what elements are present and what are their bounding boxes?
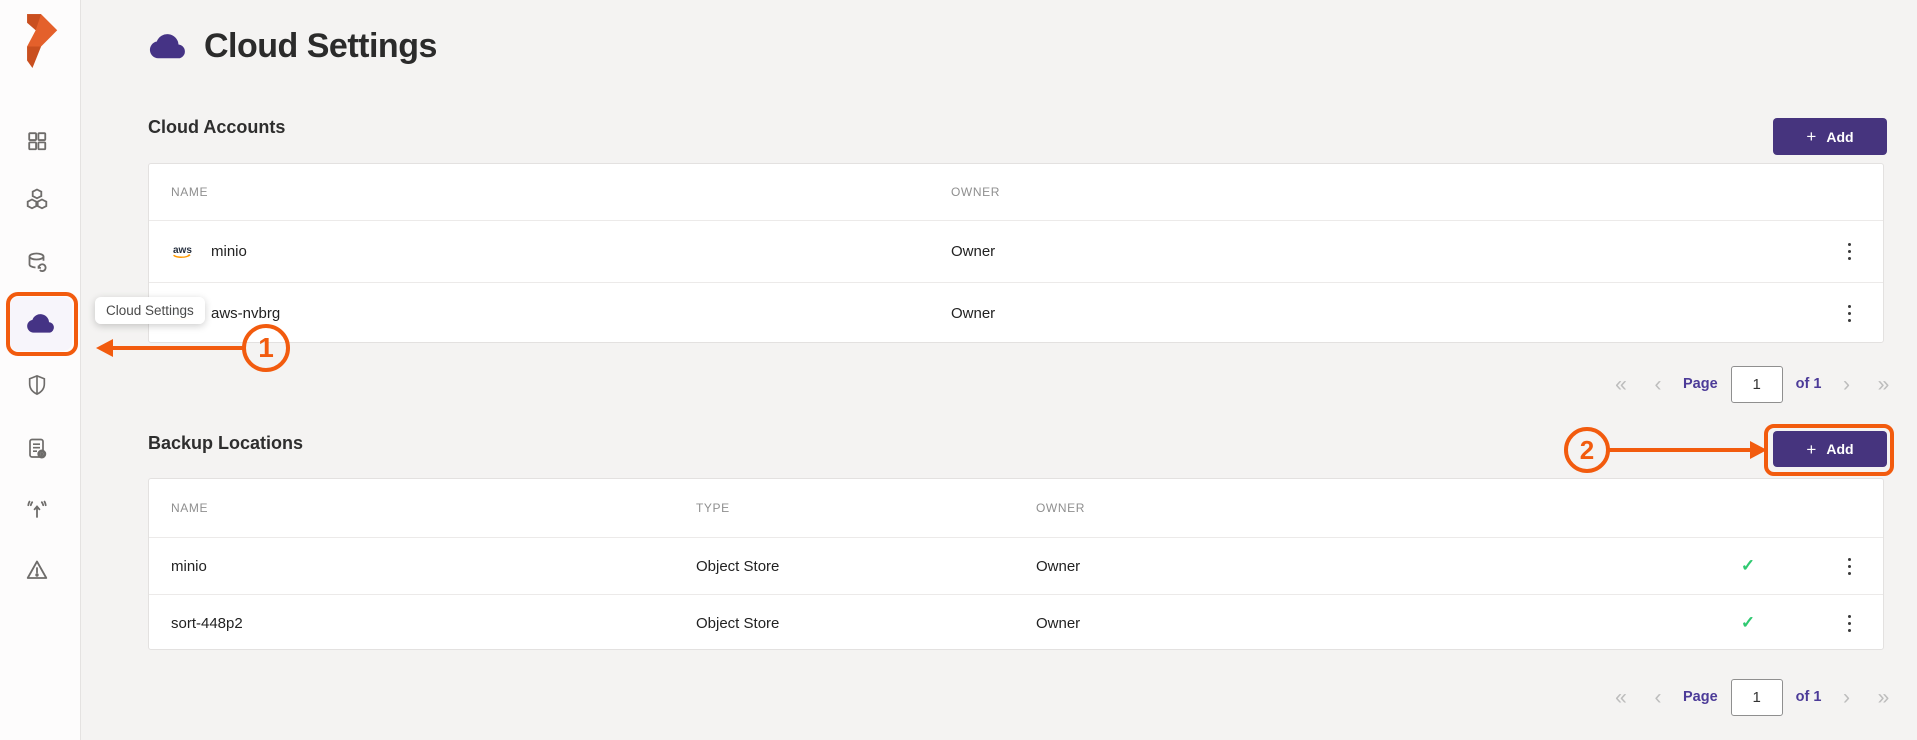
add-button-label: Add <box>1826 129 1853 145</box>
plus-icon: + <box>1806 441 1816 458</box>
page-of-label: of 1 <box>1796 376 1822 392</box>
cloud-accounts-add-button[interactable]: + Add <box>1773 118 1887 155</box>
cloud-accounts-heading: Cloud Accounts <box>148 117 285 138</box>
row-menu-kebab-icon[interactable] <box>1837 283 1861 344</box>
table-row[interactable]: aws aws-nvbrg Owner <box>149 282 1883 344</box>
sidebar <box>0 0 81 740</box>
status-check-icon: ✓ <box>1737 538 1759 594</box>
account-owner: Owner <box>951 221 995 282</box>
cloud-accounts-pagination: « ‹ Page of 1 › » <box>1596 365 1895 403</box>
page-of-label: of 1 <box>1796 689 1822 705</box>
row-menu-kebab-icon[interactable] <box>1837 595 1861 651</box>
location-name: sort-448p2 <box>171 595 243 651</box>
grid-icon <box>26 130 48 152</box>
account-name: minio <box>211 243 247 260</box>
last-page-icon[interactable]: » <box>1871 374 1895 395</box>
cloud-accounts-table: NAME OWNER aws minio Owner aws aws-nvbrg <box>148 163 1884 343</box>
annotation-arrowhead-step2 <box>1750 441 1767 459</box>
column-header-owner: OWNER <box>1036 479 1085 537</box>
cluster-cubes-icon <box>25 187 49 211</box>
location-name: minio <box>171 538 207 594</box>
backup-locations-pagination: « ‹ Page of 1 › » <box>1596 678 1895 716</box>
page-label: Page <box>1683 376 1718 392</box>
sidebar-item-security[interactable] <box>13 363 61 407</box>
backup-locations-table: NAME TYPE OWNER minio Object Store Owner… <box>148 478 1884 650</box>
annotation-arrow-line-step2 <box>1609 448 1751 452</box>
page-label: Page <box>1683 689 1718 705</box>
last-page-icon[interactable]: » <box>1871 687 1895 708</box>
warning-triangle-icon <box>25 558 49 582</box>
annotation-arrowhead-step1 <box>96 339 113 357</box>
location-owner: Owner <box>1036 538 1080 594</box>
first-page-icon[interactable]: « <box>1609 687 1633 708</box>
sidebar-item-node-signal[interactable] <box>13 487 61 531</box>
location-type: Object Store <box>696 595 779 651</box>
location-type: Object Store <box>696 538 779 594</box>
cloud-accounts-table-header: NAME OWNER <box>149 164 1883 220</box>
page-title: Cloud Settings <box>147 27 437 66</box>
backup-locations-table-header: NAME TYPE OWNER <box>149 479 1883 537</box>
column-header-name: NAME <box>171 164 208 220</box>
backup-locations-heading: Backup Locations <box>148 433 303 454</box>
prev-page-icon[interactable]: ‹ <box>1646 687 1670 708</box>
cloud-title-icon <box>147 33 189 61</box>
cloud-settings-page: Cloud Settings Cloud Accounts + Add NAME… <box>0 0 1917 740</box>
prev-page-icon[interactable]: ‹ <box>1646 374 1670 395</box>
svg-text:aws: aws <box>173 245 192 256</box>
antenna-broadcast-icon <box>25 497 49 521</box>
cloud-icon <box>26 313 56 335</box>
account-owner: Owner <box>951 283 995 344</box>
location-owner: Owner <box>1036 595 1080 651</box>
next-page-icon[interactable]: › <box>1834 374 1858 395</box>
page-number-input[interactable] <box>1731 366 1783 403</box>
column-header-type: TYPE <box>696 479 730 537</box>
sidebar-item-clusters[interactable] <box>13 177 61 221</box>
server-gear-icon <box>25 437 49 461</box>
sidebar-item-dashboard[interactable] <box>13 119 61 163</box>
annotation-arrow-line-step1 <box>112 346 244 350</box>
account-name-cell: aws minio <box>171 221 247 282</box>
account-name: aws-nvbrg <box>211 305 280 322</box>
column-header-name: NAME <box>171 479 208 537</box>
database-restore-icon <box>25 251 49 275</box>
annotation-step-number-2: 2 <box>1564 427 1610 473</box>
sidebar-item-audit-logs[interactable] <box>13 427 61 471</box>
sidebar-item-data-services[interactable] <box>13 241 61 285</box>
first-page-icon[interactable]: « <box>1609 374 1633 395</box>
shield-icon <box>26 373 48 397</box>
column-header-owner: OWNER <box>951 164 1000 220</box>
next-page-icon[interactable]: › <box>1834 687 1858 708</box>
row-menu-kebab-icon[interactable] <box>1837 221 1861 282</box>
row-menu-kebab-icon[interactable] <box>1837 538 1861 594</box>
page-number-input[interactable] <box>1731 679 1783 716</box>
backup-locations-add-button[interactable]: + Add <box>1773 431 1887 467</box>
status-check-icon: ✓ <box>1737 595 1759 651</box>
aws-icon: aws <box>171 243 195 260</box>
plus-icon: + <box>1806 128 1816 145</box>
add-button-label: Add <box>1826 441 1853 457</box>
cloud-settings-tooltip: Cloud Settings <box>95 297 205 324</box>
portworx-logo-icon[interactable] <box>18 12 62 68</box>
sidebar-item-cloud-settings[interactable] <box>10 297 72 351</box>
table-row[interactable]: minio Object Store Owner ✓ <box>149 537 1883 594</box>
table-row[interactable]: aws minio Owner <box>149 220 1883 282</box>
table-row[interactable]: sort-448p2 Object Store Owner ✓ <box>149 594 1883 651</box>
page-title-text: Cloud Settings <box>204 27 437 66</box>
sidebar-item-alerts[interactable] <box>13 548 61 592</box>
